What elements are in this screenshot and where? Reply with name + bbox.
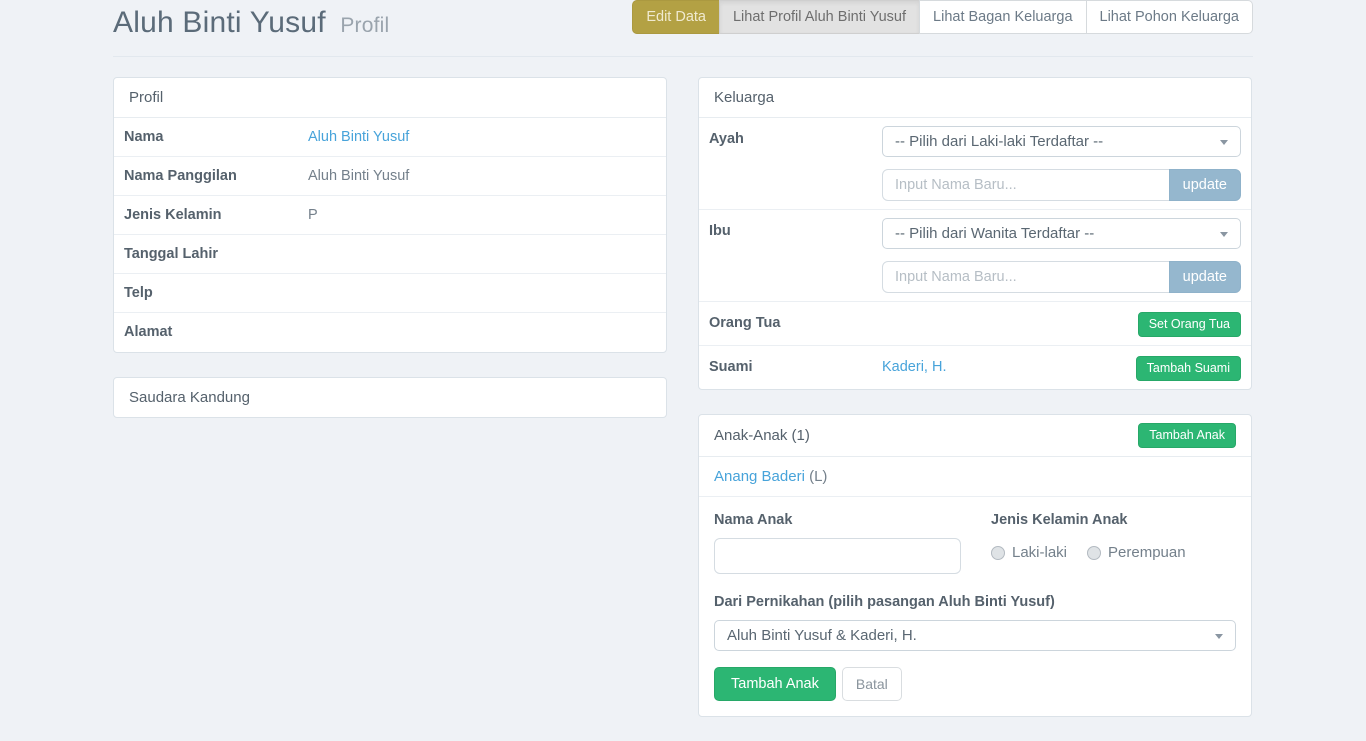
right-column: Keluarga Ayah -- Pilih dari Laki-laki Te… <box>698 77 1252 741</box>
ibu-name-input[interactable] <box>882 261 1170 293</box>
saudara-kandung-panel: Saudara Kandung <box>113 377 667 418</box>
chevron-down-icon <box>1220 232 1228 237</box>
nama-anak-label: Nama Anak <box>714 512 961 528</box>
radio-perempuan-label: Perempuan <box>1108 544 1186 561</box>
pernikahan-select-value: Aluh Binti Yusuf & Kaderi, H. <box>727 627 917 644</box>
suami-row: Suami Kaderi, H. Tambah Suami <box>699 346 1251 389</box>
batal-button[interactable]: Batal <box>842 667 902 701</box>
page-container: Aluh Binti Yusuf Profil Edit Data Lihat … <box>113 0 1253 741</box>
keluarga-panel: Keluarga Ayah -- Pilih dari Laki-laki Te… <box>698 77 1252 390</box>
set-orang-tua-button[interactable]: Set Orang Tua <box>1138 312 1241 337</box>
anak-anak-title: Anak-Anak (1) <box>714 427 810 444</box>
keluarga-panel-title: Keluarga <box>699 78 1251 118</box>
radio-icon <box>1087 546 1101 560</box>
ayah-select[interactable]: -- Pilih dari Laki-laki Terdaftar -- <box>882 126 1241 157</box>
add-child-form: Nama Anak Jenis Kelamin Anak Laki-laki <box>699 497 1251 716</box>
row-value: Aluh Binti Yusuf <box>308 168 409 184</box>
row-label: Nama Panggilan <box>124 168 308 184</box>
table-row: Nama Aluh Binti Yusuf <box>114 118 666 157</box>
ibu-select[interactable]: -- Pilih dari Wanita Terdaftar -- <box>882 218 1241 249</box>
tambah-anak-header-button[interactable]: Tambah Anak <box>1138 423 1236 448</box>
child-gender: (L) <box>809 468 827 485</box>
ayah-name-input[interactable] <box>882 169 1170 201</box>
profil-panel: Profil Nama Aluh Binti Yusuf Nama Panggi… <box>113 77 667 353</box>
saudara-kandung-title: Saudara Kandung <box>114 378 666 417</box>
edit-data-button[interactable]: Edit Data <box>632 0 720 34</box>
row-label: Alamat <box>124 324 308 340</box>
ayah-update-button[interactable]: update <box>1169 169 1241 201</box>
radio-laki-laki-label: Laki-laki <box>1012 544 1067 561</box>
lihat-bagan-button[interactable]: Lihat Bagan Keluarga <box>919 0 1086 34</box>
suami-link[interactable]: Kaderi, H. <box>882 359 946 375</box>
ayah-row: Ayah -- Pilih dari Laki-laki Terdaftar -… <box>699 118 1251 210</box>
dari-pernikahan-label: Dari Pernikahan (pilih pasangan Aluh Bin… <box>714 594 1236 610</box>
chevron-down-icon <box>1215 634 1223 639</box>
table-row: Tanggal Lahir <box>114 235 666 274</box>
row-label: Tanggal Lahir <box>124 246 308 262</box>
left-column: Profil Nama Aluh Binti Yusuf Nama Panggi… <box>113 77 667 442</box>
nama-anak-input[interactable] <box>714 538 961 574</box>
page-subtitle: Profil <box>340 14 389 37</box>
table-row: Nama Panggilan Aluh Binti Yusuf <box>114 157 666 196</box>
table-row: Telp <box>114 274 666 313</box>
page-header: Aluh Binti Yusuf Profil Edit Data Lihat … <box>113 0 1253 57</box>
radio-icon <box>991 546 1005 560</box>
row-label: Nama <box>124 129 308 145</box>
jenis-kelamin-anak-label: Jenis Kelamin Anak <box>991 512 1186 528</box>
row-label: Telp <box>124 285 308 301</box>
row-value: P <box>308 207 318 223</box>
ayah-label: Ayah <box>709 126 882 147</box>
page-title: Aluh Binti Yusuf Profil <box>113 6 389 40</box>
suami-label: Suami <box>709 354 882 375</box>
profil-panel-title: Profil <box>114 78 666 118</box>
ibu-label: Ibu <box>709 218 882 239</box>
row-label: Jenis Kelamin <box>124 207 308 223</box>
tambah-suami-button[interactable]: Tambah Suami <box>1136 356 1241 381</box>
table-row: Jenis Kelamin P <box>114 196 666 235</box>
child-list-item: Anang Baderi (L) <box>699 457 1251 497</box>
lihat-profil-button[interactable]: Lihat Profil Aluh Binti Yusuf <box>719 0 920 34</box>
ibu-select-value: -- Pilih dari Wanita Terdaftar -- <box>895 225 1094 242</box>
view-button-group: Edit Data Lihat Profil Aluh Binti Yusuf … <box>632 0 1253 34</box>
tambah-anak-submit-button[interactable]: Tambah Anak <box>714 667 836 701</box>
pernikahan-select[interactable]: Aluh Binti Yusuf & Kaderi, H. <box>714 620 1236 651</box>
ayah-select-value: -- Pilih dari Laki-laki Terdaftar -- <box>895 133 1103 150</box>
orang-tua-label: Orang Tua <box>709 310 780 331</box>
lihat-pohon-button[interactable]: Lihat Pohon Keluarga <box>1086 0 1253 34</box>
chevron-down-icon <box>1220 140 1228 145</box>
ibu-row: Ibu -- Pilih dari Wanita Terdaftar -- up… <box>699 210 1251 302</box>
orang-tua-row: Orang Tua Set Orang Tua <box>699 302 1251 346</box>
anak-anak-panel: Anak-Anak (1) Tambah Anak Anang Baderi (… <box>698 414 1252 717</box>
child-link[interactable]: Anang Baderi <box>714 468 805 485</box>
table-row: Alamat <box>114 313 666 352</box>
person-name: Aluh Binti Yusuf <box>113 6 326 39</box>
radio-laki-laki[interactable]: Laki-laki <box>991 544 1067 561</box>
nama-link[interactable]: Aluh Binti Yusuf <box>308 129 409 145</box>
ibu-update-button[interactable]: update <box>1169 261 1241 293</box>
radio-perempuan[interactable]: Perempuan <box>1087 544 1186 561</box>
